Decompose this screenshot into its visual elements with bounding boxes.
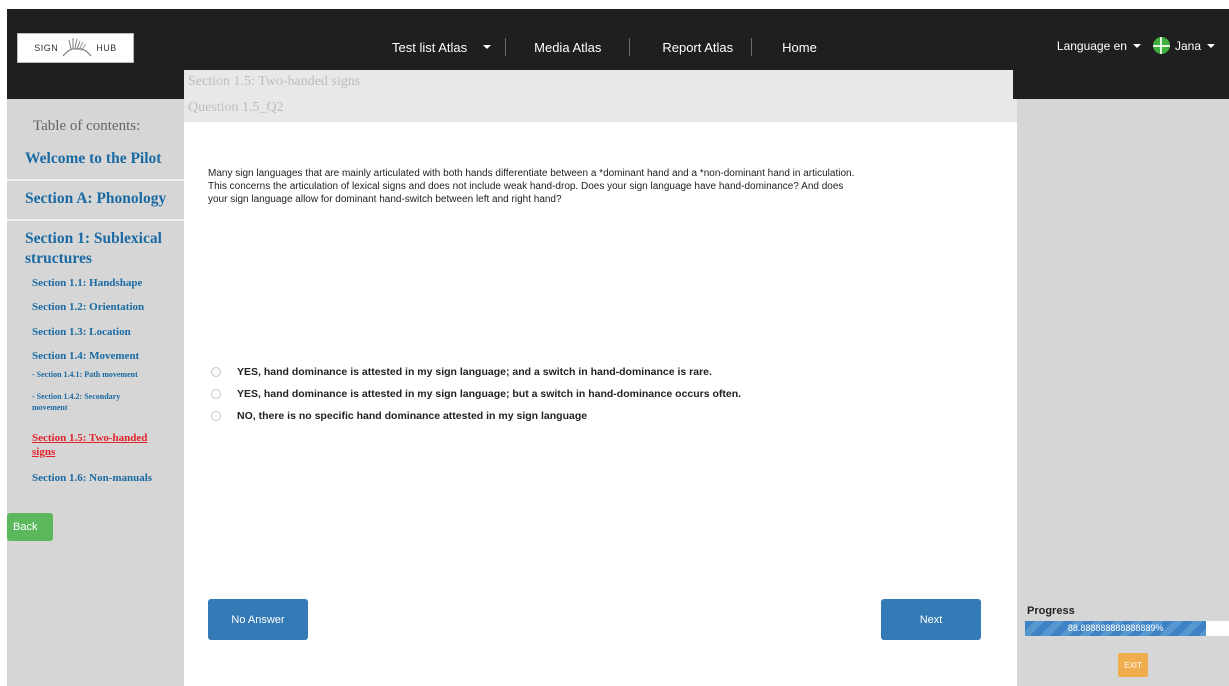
answer-option-2[interactable]: YES, hand dominance is attested in my si… (211, 388, 741, 400)
toc-section-1-line1: Section 1: Sublexical (25, 230, 162, 247)
user-menu[interactable]: Jana (1175, 39, 1201, 53)
toc-title: Table of contents: (33, 118, 141, 134)
answer-option-1[interactable]: YES, hand dominance is attested in my si… (211, 366, 712, 378)
nav-separator (629, 38, 631, 56)
language-selector[interactable]: Language en (1057, 39, 1127, 53)
progress-fill: 88.888888888888889% (1025, 621, 1207, 636)
divider (7, 219, 184, 221)
toc-section-1-4-2[interactable]: - Section 1.4.2: Secondary movement (32, 391, 120, 413)
nav-separator (751, 38, 753, 56)
question-text: Many sign languages that are mainly arti… (208, 167, 1008, 206)
user-nav: Language en Jana (1057, 37, 1215, 54)
toc-section-1-4[interactable]: Section 1.4: Movement (32, 350, 139, 362)
radio-button[interactable] (211, 389, 221, 399)
answer-option-label: YES, hand dominance is attested in my si… (237, 388, 742, 400)
chevron-down-icon[interactable] (1132, 43, 1141, 48)
toc-section-1-1[interactable]: Section 1.1: Handshape (32, 277, 142, 289)
logo-text-left: SIGN (34, 43, 59, 53)
toc-section-1-2[interactable]: Section 1.2: Orientation (32, 301, 144, 313)
section-title: Section 1.5: Two-handed signs (188, 74, 361, 89)
question-line: Many sign languages that are mainly arti… (208, 168, 855, 179)
progress-label: Progress (1027, 605, 1075, 617)
question-line: This concerns the articulation of lexica… (208, 181, 844, 192)
nav-media-atlas[interactable]: Media Atlas (534, 40, 601, 55)
toc-section-1-3[interactable]: Section 1.3: Location (32, 326, 131, 338)
toc-section-1-4-2-line2: movement (32, 403, 68, 412)
toc-section-a[interactable]: Section A: Phonology (25, 190, 166, 208)
hands-logo-icon (62, 38, 92, 57)
no-answer-button[interactable]: No Answer (208, 599, 308, 640)
main-nav: Test list Atlas Media Atlas Report Atlas… (392, 38, 817, 56)
progress-value: 88.888888888888889% (1067, 623, 1164, 633)
logo-text-right: HUB (96, 43, 117, 53)
radio-button[interactable] (211, 411, 221, 421)
next-button[interactable]: Next (881, 599, 981, 640)
nav-report-atlas[interactable]: Report Atlas (662, 40, 733, 55)
nav-separator (505, 38, 507, 56)
nav-home[interactable]: Home (782, 40, 817, 55)
toc-section-1-4-1[interactable]: - Section 1.4.1: Path movement (32, 369, 138, 380)
answer-option-label: YES, hand dominance is attested in my si… (237, 366, 712, 378)
answer-option-3[interactable]: NO, there is no specific hand dominance … (211, 410, 587, 422)
back-button[interactable]: Back (7, 513, 53, 541)
divider (7, 179, 184, 181)
signhub-logo[interactable]: SIGN HUB (17, 33, 134, 63)
toc-section-1-6[interactable]: Section 1.6: Non-manuals (32, 472, 152, 484)
toc-section-1-5-line2: signs (32, 446, 56, 458)
question-line: your sign language allow for dominant ha… (208, 194, 562, 205)
right-panel: Progress 88.888888888888889% EXIT (1017, 99, 1229, 686)
toc-section-1[interactable]: Section 1: Sublexical structures (25, 230, 162, 268)
question-title: Question 1.5_Q2 (188, 100, 284, 115)
chevron-down-icon[interactable] (1207, 43, 1215, 48)
progress-bar: 88.888888888888889% (1025, 621, 1229, 636)
table-of-contents-sidebar: Table of contents: Welcome to the Pilot … (7, 99, 184, 686)
toc-section-1-line2: structures (25, 250, 92, 267)
globe-icon (1152, 37, 1170, 54)
question-card: Many sign languages that are mainly arti… (184, 122, 1017, 686)
chevron-down-icon[interactable] (483, 45, 492, 49)
toc-section-1-5-line1: Section 1.5: Two-handed (32, 432, 148, 444)
toc-section-1-4-2-line1: - Section 1.4.2: Secondary (32, 392, 121, 401)
radio-button[interactable] (211, 367, 221, 377)
section-header: Section 1.5: Two-handed signs Question 1… (184, 70, 1013, 122)
toc-welcome[interactable]: Welcome to the Pilot (25, 150, 161, 168)
exit-button[interactable]: EXIT (1118, 653, 1148, 677)
nav-test-list-atlas[interactable]: Test list Atlas (392, 40, 467, 55)
toc-section-1-5-active[interactable]: Section 1.5: Two-handed signs (32, 431, 147, 459)
answer-option-label: NO, there is no specific hand dominance … (237, 410, 588, 422)
